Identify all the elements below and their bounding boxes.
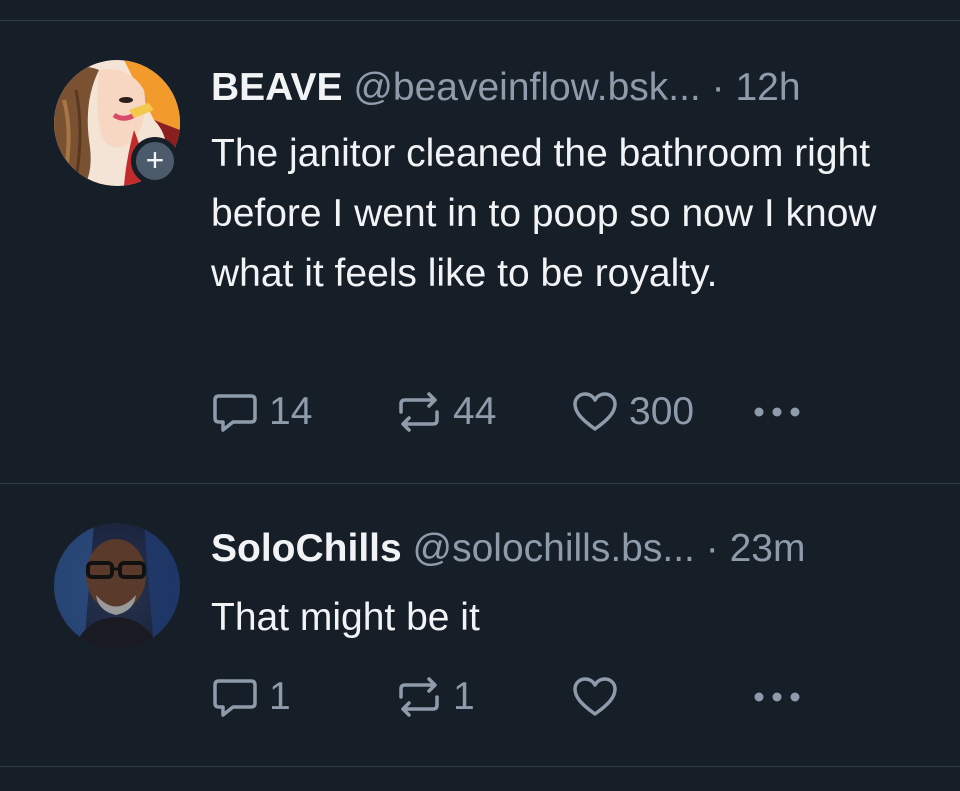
reply-icon bbox=[213, 394, 257, 432]
follow-plus-button[interactable]: + bbox=[131, 137, 179, 185]
author-handle[interactable]: @solochills.bs... bbox=[413, 527, 695, 570]
repost-icon bbox=[399, 677, 439, 717]
top-divider bbox=[0, 20, 960, 21]
more-icon bbox=[754, 407, 800, 417]
post-actions: 1 1 bbox=[211, 673, 851, 721]
repost-icon bbox=[399, 392, 439, 432]
heart-icon bbox=[573, 392, 617, 431]
more-options-button[interactable] bbox=[751, 673, 807, 721]
repost-button[interactable]: 1 bbox=[395, 673, 475, 721]
reply-button[interactable]: 14 bbox=[211, 388, 312, 436]
post-divider bbox=[0, 483, 960, 484]
post-time[interactable]: 12h bbox=[735, 66, 800, 109]
more-icon bbox=[754, 692, 800, 702]
reply-count: 14 bbox=[269, 390, 313, 433]
like-button[interactable] bbox=[571, 673, 629, 721]
reply-icon bbox=[213, 679, 257, 717]
avatar[interactable] bbox=[54, 523, 180, 649]
author-name[interactable]: SoloChills bbox=[211, 527, 402, 570]
bottom-divider bbox=[0, 766, 960, 767]
author-handle[interactable]: @beaveinflow.bsk... bbox=[353, 66, 700, 109]
post-text: That might be it bbox=[211, 596, 480, 639]
separator-dot: · bbox=[705, 527, 719, 570]
repost-count: 44 bbox=[453, 390, 497, 433]
repost-button[interactable]: 44 bbox=[395, 388, 496, 436]
repost-count: 1 bbox=[453, 675, 475, 718]
like-count: 300 bbox=[629, 390, 695, 433]
author-name[interactable]: BEAVE bbox=[211, 66, 342, 109]
post-header: SoloChills @solochills.bs... · 23m bbox=[211, 525, 805, 573]
post-actions: 14 44 300 bbox=[211, 388, 851, 436]
post-time[interactable]: 23m bbox=[730, 527, 806, 570]
more-options-button[interactable] bbox=[751, 388, 807, 436]
heart-icon bbox=[573, 677, 617, 716]
reply-count: 1 bbox=[269, 675, 291, 718]
solochills-avatar-icon bbox=[54, 523, 180, 649]
post-text: The janitor cleaned the bathroom right b… bbox=[211, 132, 877, 295]
post-header: BEAVE @beaveinflow.bsk... · 12h bbox=[211, 64, 801, 112]
reply-button[interactable]: 1 bbox=[211, 673, 291, 721]
like-button[interactable]: 300 bbox=[571, 388, 694, 436]
separator-dot: · bbox=[711, 66, 725, 109]
